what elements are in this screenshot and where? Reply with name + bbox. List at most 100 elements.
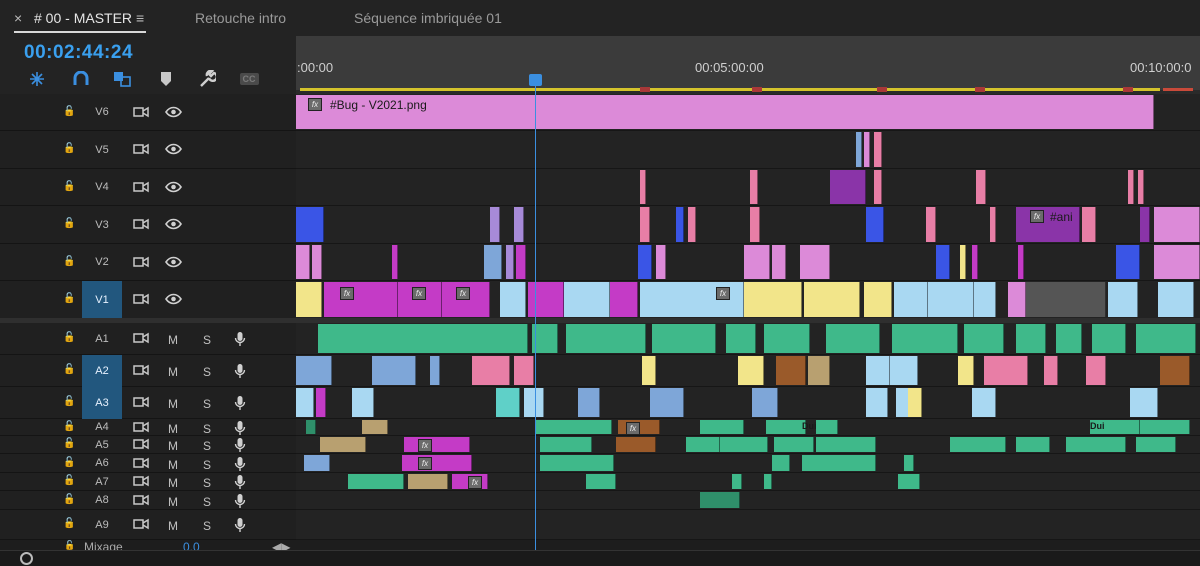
clip[interactable] — [296, 245, 310, 279]
lock-icon[interactable]: 🔓 — [63, 421, 75, 432]
clip[interactable] — [402, 455, 472, 471]
solo-button[interactable]: S — [203, 333, 211, 347]
zoom-handle-icon[interactable] — [20, 552, 33, 565]
lock-icon[interactable]: 🔓 — [63, 475, 75, 486]
mute-button[interactable]: M — [168, 333, 178, 347]
clip[interactable] — [652, 324, 716, 353]
microphone-icon[interactable] — [234, 363, 246, 382]
track-lane-v3[interactable]: fx #ani — [296, 206, 1200, 244]
clip[interactable] — [506, 245, 514, 279]
clip[interactable] — [392, 245, 398, 279]
clip[interactable] — [864, 132, 870, 167]
clip[interactable] — [1154, 207, 1200, 242]
clip[interactable] — [732, 474, 742, 489]
track-lane-a5[interactable]: fx — [296, 436, 1200, 454]
clip[interactable] — [1026, 282, 1106, 317]
clip[interactable] — [772, 245, 786, 279]
track-name-v4[interactable]: V4 — [82, 169, 122, 206]
clip[interactable] — [638, 245, 652, 279]
magnet-icon[interactable] — [70, 70, 92, 88]
clip[interactable] — [958, 356, 974, 385]
mute-button[interactable]: M — [168, 422, 178, 436]
mute-button[interactable]: M — [168, 397, 178, 411]
clip[interactable] — [856, 132, 862, 167]
track-lane-a2[interactable] — [296, 355, 1200, 387]
clip[interactable] — [874, 170, 882, 204]
camera-toggle-icon[interactable] — [133, 181, 149, 196]
clip[interactable] — [306, 420, 316, 434]
clip[interactable] — [984, 356, 1028, 385]
clip[interactable] — [1136, 324, 1196, 353]
clip[interactable] — [1130, 388, 1158, 417]
clip[interactable] — [894, 282, 928, 317]
track-name-a8[interactable]: A8 — [82, 491, 122, 510]
clip[interactable] — [908, 388, 922, 417]
clip[interactable] — [362, 420, 388, 434]
clip[interactable] — [1128, 170, 1134, 204]
clip[interactable] — [640, 170, 646, 204]
clip[interactable] — [766, 420, 806, 434]
clip[interactable] — [316, 388, 326, 417]
camera-toggle-icon[interactable] — [133, 293, 149, 308]
lock-icon[interactable]: 🔓 — [63, 293, 75, 304]
eye-icon[interactable] — [165, 218, 182, 233]
clip[interactable] — [348, 474, 404, 489]
track-lane-v5[interactable] — [296, 131, 1200, 169]
clip[interactable] — [650, 388, 684, 417]
clip[interactable] — [304, 455, 330, 471]
microphone-icon[interactable] — [234, 517, 246, 536]
clip[interactable] — [688, 207, 696, 242]
clip[interactable] — [744, 282, 802, 317]
clip[interactable] — [1116, 245, 1140, 279]
microphone-icon[interactable] — [234, 331, 246, 350]
clip[interactable] — [802, 455, 876, 471]
clip[interactable] — [1108, 282, 1138, 317]
track-lane-v1[interactable]: fx fx fx fx — [296, 281, 1200, 319]
camera-toggle-icon[interactable] — [133, 396, 149, 411]
camera-toggle-icon[interactable] — [133, 518, 149, 533]
camera-toggle-icon[interactable] — [133, 364, 149, 379]
clip[interactable] — [1044, 356, 1058, 385]
lock-icon[interactable]: 🔓 — [63, 332, 75, 343]
video-audio-divider[interactable] — [0, 318, 1200, 323]
lock-icon[interactable]: 🔓 — [63, 106, 75, 117]
camera-toggle-icon[interactable] — [133, 494, 149, 509]
camera-toggle-icon[interactable] — [133, 256, 149, 271]
track-name-a6[interactable]: A6 — [82, 454, 122, 473]
clip[interactable] — [830, 170, 866, 204]
clip[interactable] — [514, 207, 524, 242]
track-lane-v6[interactable]: fx #Bug - V2021.png — [296, 94, 1200, 131]
clip[interactable] — [524, 388, 544, 417]
clip[interactable] — [1086, 356, 1106, 385]
camera-toggle-icon[interactable] — [133, 421, 149, 436]
clip[interactable] — [566, 324, 646, 353]
track-name-v6[interactable]: V6 — [82, 94, 122, 131]
camera-toggle-icon[interactable] — [133, 106, 149, 121]
snap-icon[interactable] — [26, 70, 48, 88]
clip[interactable] — [1082, 207, 1096, 242]
clip[interactable] — [936, 245, 950, 279]
clip[interactable] — [738, 356, 764, 385]
clip[interactable] — [904, 455, 914, 471]
clip[interactable] — [1140, 420, 1190, 434]
clip[interactable] — [296, 282, 322, 317]
track-name-a4[interactable]: A4 — [82, 419, 122, 436]
track-name-v2[interactable]: V2 — [82, 244, 122, 281]
clip[interactable] — [772, 455, 790, 471]
tab-retouche-intro[interactable]: Retouche intro — [195, 10, 286, 26]
clip[interactable] — [642, 356, 656, 385]
clip[interactable] — [974, 282, 996, 317]
clip[interactable] — [726, 324, 756, 353]
mute-button[interactable]: M — [168, 519, 178, 533]
close-tab-icon[interactable]: × — [14, 10, 22, 26]
solo-button[interactable]: S — [203, 476, 211, 490]
camera-toggle-icon[interactable] — [133, 457, 149, 472]
clip[interactable] — [1056, 324, 1082, 353]
clip[interactable] — [616, 437, 656, 452]
clip[interactable] — [656, 245, 666, 279]
clip[interactable] — [816, 437, 876, 452]
clip[interactable] — [1158, 282, 1194, 317]
mute-button[interactable]: M — [168, 365, 178, 379]
track-name-a9[interactable]: A9 — [82, 510, 122, 540]
lock-icon[interactable]: 🔓 — [63, 256, 75, 267]
